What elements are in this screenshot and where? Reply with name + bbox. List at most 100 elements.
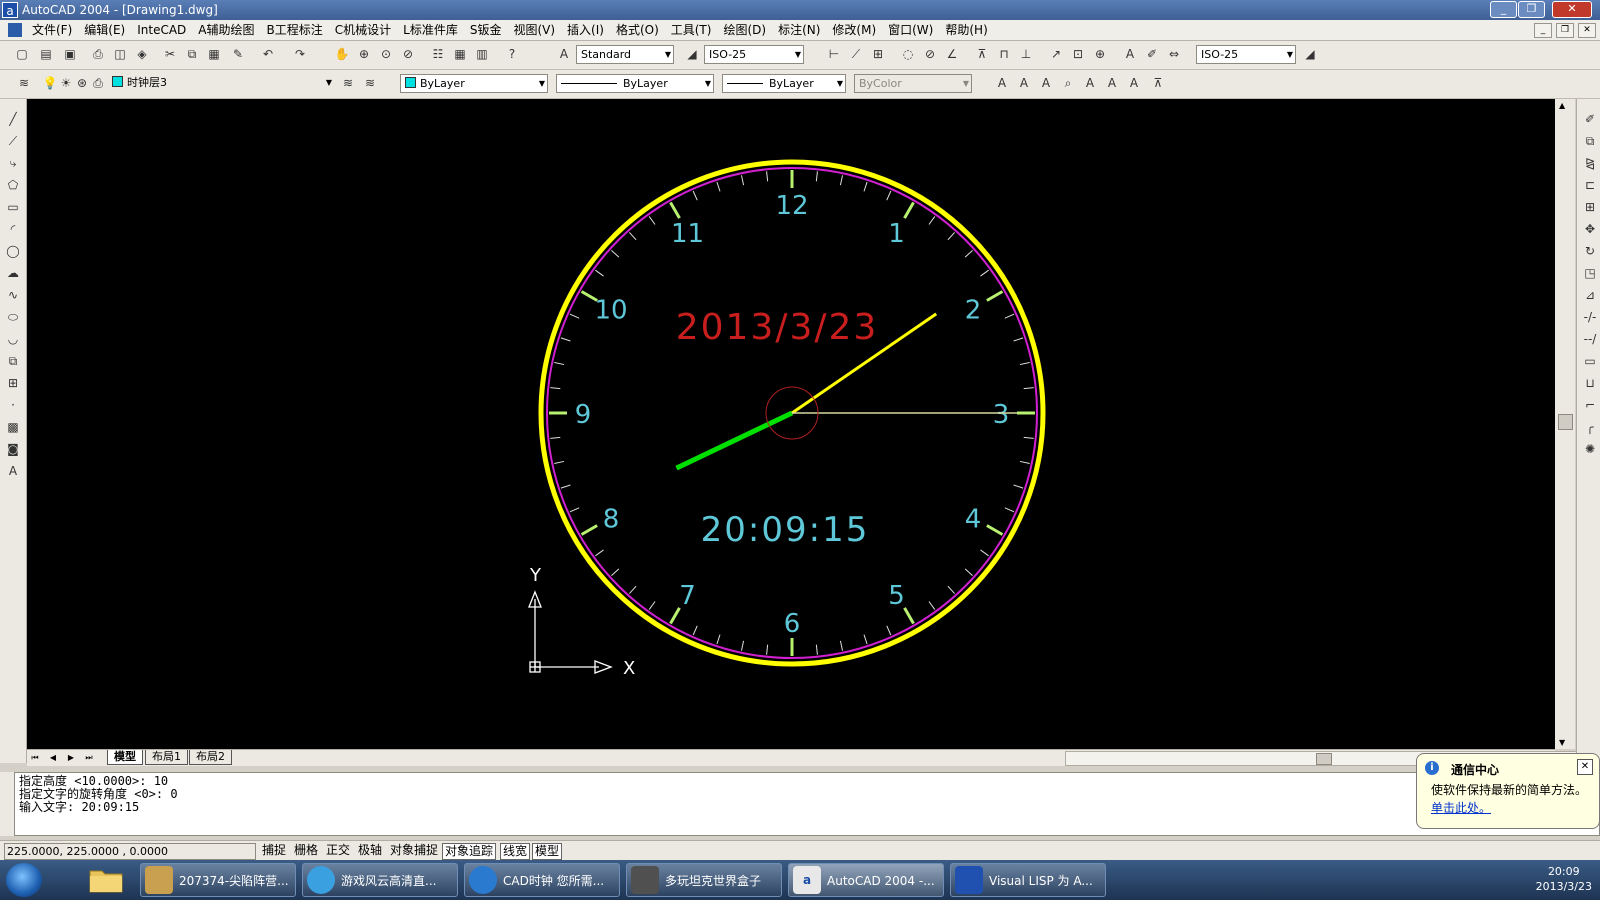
menu-insert[interactable]: 插入(I) bbox=[561, 20, 610, 40]
circle-icon[interactable]: ◯ bbox=[5, 243, 21, 259]
ortho-toggle[interactable]: 正交 bbox=[324, 843, 352, 858]
text-style-select[interactable]: Standard ▼ bbox=[576, 45, 674, 64]
open-icon[interactable]: ▤ bbox=[38, 46, 54, 62]
prev-tab-icon[interactable]: ◀ bbox=[47, 751, 59, 764]
layer-select[interactable]: 时钟层3 ▼ bbox=[108, 74, 334, 93]
rotate-icon[interactable]: ↻ bbox=[1582, 243, 1598, 259]
copy-icon[interactable]: ⧉ bbox=[184, 46, 200, 62]
leader-icon[interactable]: ↗ bbox=[1048, 46, 1064, 62]
single-line-text-icon[interactable]: A bbox=[1016, 75, 1032, 91]
taskbar-item-6[interactable]: Visual LISP 为 A... bbox=[950, 863, 1106, 897]
text-style-dialog-icon[interactable]: A bbox=[1104, 75, 1120, 91]
print-icon[interactable]: ⎙ bbox=[90, 46, 106, 62]
array-icon[interactable]: ⊞ bbox=[1582, 199, 1598, 215]
dim-text-edit-icon[interactable]: ✐ bbox=[1144, 46, 1160, 62]
otrack-toggle[interactable]: 对象追踪 bbox=[442, 843, 497, 860]
zoom-window-icon[interactable]: ⊙ bbox=[378, 46, 394, 62]
vertical-scrollbar[interactable]: ▲ ▼ bbox=[1555, 99, 1575, 749]
rectangle-icon[interactable]: ▭ bbox=[5, 199, 21, 215]
tool-palettes-icon[interactable]: ▥ bbox=[474, 46, 490, 62]
doc-restore-button[interactable]: ❐ bbox=[1556, 23, 1574, 38]
minimize-button[interactable]: _ bbox=[1490, 1, 1517, 18]
copy-object-icon[interactable]: ⧉ bbox=[1582, 133, 1598, 149]
menu-help[interactable]: 帮助(H) bbox=[939, 20, 993, 40]
tab-layout1[interactable]: 布局1 bbox=[145, 750, 188, 765]
color-select[interactable]: ByLayer ▼ bbox=[400, 74, 548, 93]
grid-toggle[interactable]: 栅格 bbox=[292, 843, 320, 858]
document-icon[interactable] bbox=[8, 23, 22, 37]
autocad-app-icon[interactable]: a bbox=[2, 2, 18, 18]
taskbar-item-1[interactable]: 207374-尖陷阵营... bbox=[140, 863, 296, 897]
ellipse-arc-icon[interactable]: ◡ bbox=[5, 331, 21, 347]
menu-std-parts[interactable]: L标准件库 bbox=[397, 20, 464, 40]
taskbar-item-2[interactable]: 游戏风云高清直... bbox=[302, 863, 458, 897]
menu-window[interactable]: 窗口(W) bbox=[882, 20, 939, 40]
radius-dim-icon[interactable]: ◌ bbox=[900, 46, 916, 62]
command-window[interactable]: 指定高度 <10.0000>: 10 指定文字的旋转角度 <0>: 0 输入文字… bbox=[14, 772, 1600, 836]
model-toggle[interactable]: 模型 bbox=[532, 843, 563, 860]
tolerance-icon[interactable]: ⊡ bbox=[1070, 46, 1086, 62]
menu-dimension[interactable]: 标注(N) bbox=[772, 20, 826, 40]
dim-update-icon[interactable]: ⇔ bbox=[1166, 46, 1182, 62]
find-text-icon[interactable]: ⌕ bbox=[1060, 75, 1076, 91]
snap-toggle[interactable]: 捕捉 bbox=[260, 843, 288, 858]
point-icon[interactable]: · bbox=[5, 397, 21, 413]
doc-minimize-button[interactable]: _ bbox=[1534, 23, 1552, 38]
linetype-select[interactable]: ByLayer ▼ bbox=[556, 74, 714, 93]
polar-toggle[interactable]: 极轴 bbox=[356, 843, 384, 858]
taskbar-item-4[interactable]: 多玩坦克世界盒子 bbox=[626, 863, 782, 897]
spell-check-icon[interactable]: A bbox=[1082, 75, 1098, 91]
text-style-icon[interactable]: A bbox=[556, 46, 572, 62]
scroll-up-icon[interactable]: ▲ bbox=[1559, 101, 1565, 110]
scale-text-icon[interactable]: A bbox=[1126, 75, 1142, 91]
drawing-canvas[interactable]: 12 1 2 3 4 5 6 7 8 9 10 11 2013/3/23 20:09:15 Y X bbox=[27, 99, 1555, 749]
extend-icon[interactable]: --/ bbox=[1582, 331, 1598, 347]
polygon-icon[interactable]: ⬠ bbox=[5, 177, 21, 193]
explode-icon[interactable]: ✺ bbox=[1582, 441, 1598, 457]
design-center-icon[interactable]: ▦ bbox=[452, 46, 468, 62]
dim-style-select[interactable]: ISO-25 ▼ bbox=[704, 45, 804, 64]
multiline-text-icon[interactable]: A bbox=[994, 75, 1010, 91]
zoom-previous-icon[interactable]: ⊘ bbox=[400, 46, 416, 62]
menu-file[interactable]: 文件(F) bbox=[26, 20, 78, 40]
coordinate-readout[interactable]: 225.0000, 225.0000 , 0.0000 bbox=[4, 843, 256, 860]
layer-previous-icon[interactable]: ≋ bbox=[362, 75, 378, 91]
lineweight-select[interactable]: ByLayer ▼ bbox=[722, 74, 846, 93]
next-tab-icon[interactable]: ▶ bbox=[65, 751, 77, 764]
paste-icon[interactable]: ▦ bbox=[206, 46, 222, 62]
chamfer-icon[interactable]: ⌐ bbox=[1582, 397, 1598, 413]
command-window-grip[interactable] bbox=[0, 772, 14, 836]
construction-line-icon[interactable]: ⟋ bbox=[5, 133, 21, 149]
stretch-icon[interactable]: ⊿ bbox=[1582, 287, 1598, 303]
properties-icon[interactable]: ☷ bbox=[430, 46, 446, 62]
revision-cloud-icon[interactable]: ☁ bbox=[5, 265, 21, 281]
tab-layout2[interactable]: 布局2 bbox=[189, 750, 232, 765]
close-button[interactable]: ✕ bbox=[1552, 1, 1592, 18]
spline-icon[interactable]: ∿ bbox=[5, 287, 21, 303]
restore-button[interactable]: ❐ bbox=[1518, 1, 1545, 18]
justify-text-icon[interactable]: ⊼ bbox=[1150, 75, 1166, 91]
lineweight-toggle[interactable]: 线宽 bbox=[500, 843, 531, 860]
hatch-icon[interactable]: ▩ bbox=[5, 419, 21, 435]
fillet-icon[interactable]: ╭ bbox=[1582, 419, 1598, 435]
aligned-dim-icon[interactable]: ⟋ bbox=[848, 46, 864, 62]
vertical-scroll-thumb[interactable] bbox=[1558, 414, 1573, 430]
help-icon[interactable]: ? bbox=[504, 46, 520, 62]
multiline-text-draw-icon[interactable]: A bbox=[5, 463, 21, 479]
join-icon[interactable]: ⊔ bbox=[1582, 375, 1598, 391]
continue-dim-icon[interactable]: ⊥ bbox=[1018, 46, 1034, 62]
match-properties-icon[interactable]: ✎ bbox=[230, 46, 246, 62]
notification-link[interactable]: 单击此处。 bbox=[1431, 799, 1491, 816]
taskbar-item-5[interactable]: a AutoCAD 2004 -... bbox=[788, 863, 944, 897]
insert-block-icon[interactable]: ⧉ bbox=[5, 353, 21, 369]
dim-style-manager-icon[interactable]: ◢ bbox=[1302, 46, 1318, 62]
notification-close-icon[interactable]: ✕ bbox=[1577, 759, 1593, 775]
line-icon[interactable]: ╱ bbox=[5, 111, 21, 127]
mirror-icon[interactable]: ⧎ bbox=[1582, 155, 1598, 171]
erase-icon[interactable]: ✐ bbox=[1582, 111, 1598, 127]
angular-dim-icon[interactable]: ∠ bbox=[944, 46, 960, 62]
scroll-down-icon[interactable]: ▼ bbox=[1559, 738, 1565, 747]
undo-icon[interactable]: ↶ bbox=[260, 46, 276, 62]
menu-sheet-metal[interactable]: S钣金 bbox=[464, 20, 508, 40]
doc-close-button[interactable]: ✕ bbox=[1578, 23, 1596, 38]
